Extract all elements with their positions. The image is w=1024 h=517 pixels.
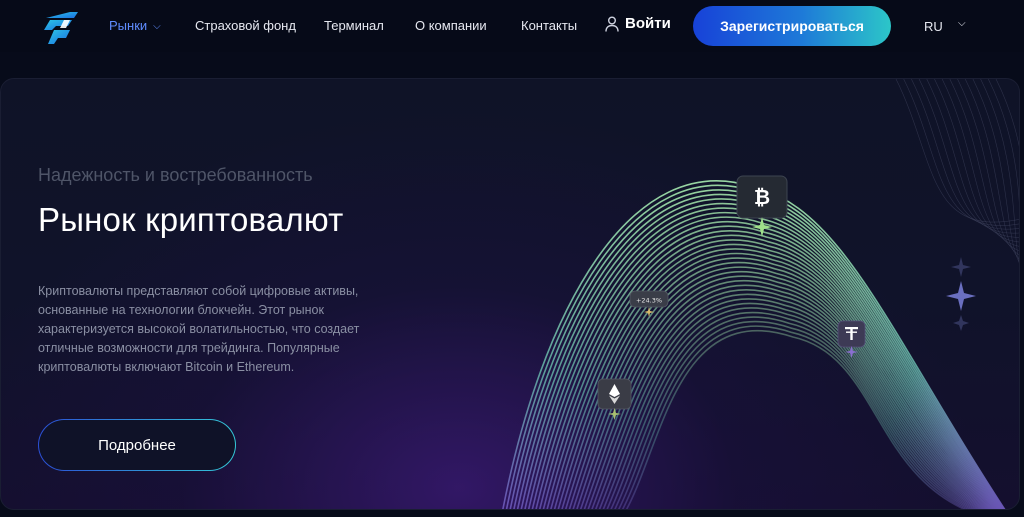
wave-line xyxy=(516,198,1003,509)
corner-wave-line xyxy=(995,79,1019,147)
nav-item-terminal[interactable]: Терминал xyxy=(324,18,384,33)
hero-subtitle: Надежность и востребованность xyxy=(38,165,313,185)
chevron-down-icon: ⌵ xyxy=(958,18,966,29)
nav-item-about[interactable]: О компании xyxy=(415,18,487,33)
sparkle-icon xyxy=(951,257,971,277)
sparkle-icon xyxy=(946,281,976,311)
nav-item-contacts[interactable]: Контакты xyxy=(521,18,577,33)
nav-item-markets[interactable]: Рынки ⌵ xyxy=(109,18,161,33)
sparkle-icon xyxy=(953,315,969,331)
wave-line xyxy=(531,216,1000,509)
corner-wave-line xyxy=(911,79,1019,230)
nav-item-markets-label: Рынки xyxy=(109,18,148,33)
learn-more-button[interactable]: Подробнее xyxy=(38,419,236,471)
bitcoin-icon: ₿ xyxy=(754,185,770,209)
brand-logo[interactable] xyxy=(40,6,82,46)
login-link[interactable]: Войти xyxy=(605,15,671,32)
language-selector[interactable]: RU ⌵ xyxy=(924,18,966,34)
nav-item-insurance-fund-label: Страховой фонд xyxy=(195,18,296,33)
hero-section: ₿ +24.3% Надежность и востребованность Р… xyxy=(0,78,1020,510)
nav-item-about-label: О компании xyxy=(415,18,487,33)
hero-title: Рынок криптовалют xyxy=(38,201,344,238)
nav-item-terminal-label: Терминал xyxy=(324,18,384,33)
user-icon xyxy=(605,16,619,32)
hero-description: Криптовалюты представляют собой цифровые… xyxy=(38,284,360,374)
nav-item-contacts-label: Контакты xyxy=(521,18,578,33)
wave-lines xyxy=(502,180,1006,509)
corner-wave-line xyxy=(941,79,1019,247)
chevron-down-icon: ⌵ xyxy=(153,21,161,32)
login-label: Войти xyxy=(625,15,671,32)
language-code: RU xyxy=(924,19,943,34)
nav-item-insurance-fund[interactable]: Страховой фонд xyxy=(195,18,296,33)
site-header: Рынки ⌵ Страховой фонд Терминал О компани… xyxy=(0,0,1024,52)
percent-label: +24.3% xyxy=(636,297,662,305)
corner-wave-lines xyxy=(895,79,1019,264)
register-button[interactable]: Зарегистрироваться xyxy=(693,6,891,46)
